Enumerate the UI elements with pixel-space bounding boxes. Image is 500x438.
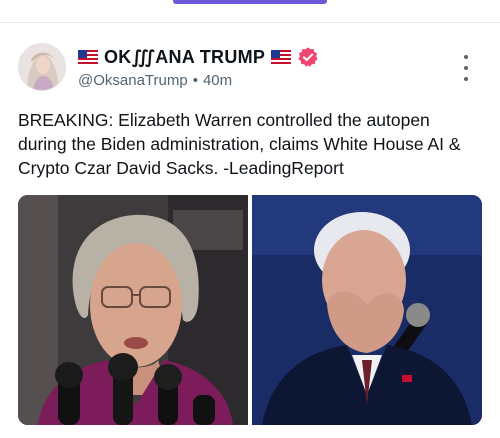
us-flag-icon bbox=[271, 50, 292, 64]
timestamp[interactable]: 40m bbox=[203, 72, 232, 89]
handle-row: @OksanaTrump • 40m bbox=[78, 70, 232, 90]
post-card: OK∭ANA TRUMP @OksanaTrump • 40m BREAKING… bbox=[0, 0, 500, 438]
more-vertical-icon[interactable] bbox=[458, 55, 474, 81]
post-text: BREAKING: Elizabeth Warren controlled th… bbox=[18, 110, 461, 178]
media-grid bbox=[18, 195, 482, 425]
avatar-photo bbox=[19, 44, 65, 90]
us-flag-icon bbox=[78, 50, 98, 64]
avatar[interactable] bbox=[18, 43, 66, 91]
separator: • bbox=[192, 71, 198, 89]
display-name: OK∭ANA TRUMP bbox=[104, 46, 266, 67]
verified-badge-icon bbox=[297, 46, 319, 68]
post-photo[interactable] bbox=[252, 195, 482, 425]
display-name-row[interactable]: OK∭ANA TRUMP bbox=[78, 45, 319, 69]
post-photo[interactable] bbox=[18, 195, 248, 425]
selected-tab-indicator bbox=[173, 0, 327, 4]
handle[interactable]: @OksanaTrump bbox=[78, 72, 188, 89]
tab-bar bbox=[0, 0, 500, 23]
